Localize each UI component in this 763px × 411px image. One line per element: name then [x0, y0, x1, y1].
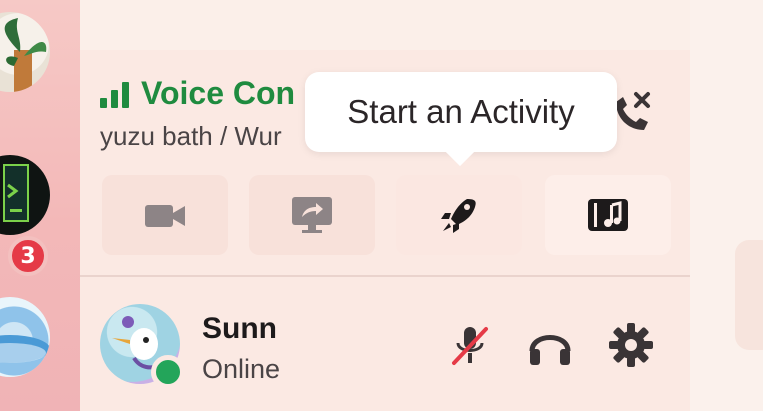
notification-badge: 3: [8, 236, 48, 276]
mute-button[interactable]: [446, 321, 494, 369]
screen-share-button[interactable]: [249, 175, 375, 255]
headphones-icon: [529, 335, 571, 365]
panel-header-area: [80, 0, 690, 50]
deafen-button[interactable]: [526, 321, 574, 369]
online-status-dot: [151, 355, 185, 389]
user-settings-button[interactable]: [607, 321, 655, 369]
microphone-muted-icon: [452, 327, 488, 365]
activity-rocket-icon: [441, 199, 476, 233]
user-status: Online: [202, 354, 281, 384]
camera-icon: [145, 205, 185, 227]
screen-share-icon: [292, 197, 332, 233]
scroll-handle[interactable]: [735, 240, 763, 350]
voice-channel-path[interactable]: yuzu bath / Wur: [100, 121, 315, 152]
signal-strength-icon: [100, 80, 129, 108]
voice-status-label: Voice Con: [141, 75, 296, 111]
start-activity-button[interactable]: [396, 175, 522, 255]
soundboard-icon: [588, 199, 628, 231]
soundboard-button[interactable]: [545, 175, 671, 255]
voice-connected-status[interactable]: Voice Con: [100, 75, 320, 112]
panel-divider: [80, 275, 690, 277]
user-name[interactable]: Sunn: [202, 312, 277, 346]
camera-button[interactable]: [102, 175, 228, 255]
settings-gear-icon: [609, 323, 653, 367]
activity-tooltip: Start an Activity: [305, 72, 617, 152]
tooltip-text: Start an Activity: [347, 93, 575, 130]
